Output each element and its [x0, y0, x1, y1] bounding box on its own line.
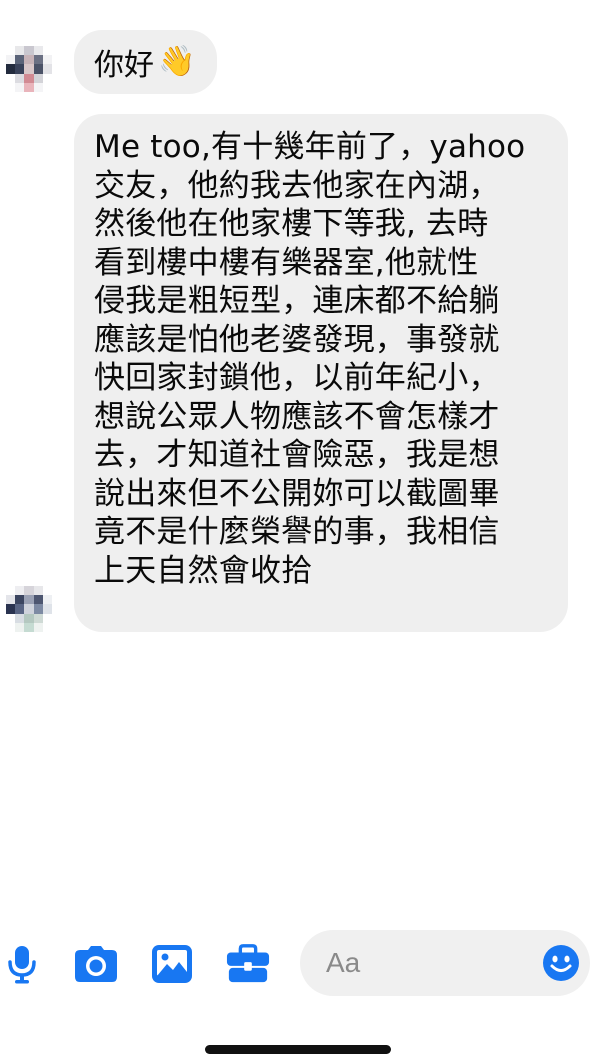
message-line: Me too,有十幾年前了，yahoo [94, 129, 526, 165]
composer-bar: Aa [0, 922, 596, 1006]
photo-icon[interactable] [150, 942, 194, 986]
message-line: 竟不是什麼榮譽的事，我相信 [94, 514, 500, 550]
microphone-icon[interactable] [0, 942, 44, 986]
contact-avatar[interactable] [6, 46, 52, 92]
message-input[interactable]: Aa [300, 930, 590, 996]
briefcase-icon[interactable] [226, 942, 270, 986]
chat-screen: 你好 👋 Me too,有十幾年前了，yahoo 交友，他約我去他家在內湖， 然… [0, 0, 596, 1060]
waving-hand-icon: 👋 [158, 44, 196, 79]
message-line: 快回家封鎖他，以前年紀小， [94, 360, 500, 396]
message-line: 然後他在他家樓下等我, 去時 [94, 206, 489, 242]
message-bubble-greeting[interactable]: 你好 👋 [74, 30, 218, 94]
message-line: 應該是怕他老婆發現，事發就 [94, 321, 500, 358]
message-line: 上天自然會收拾 [94, 552, 313, 589]
message-line: 交友，他約我去他家在內湖， [94, 167, 500, 204]
message-line: 侵我是粗短型，連床都不給躺 [94, 283, 500, 319]
message-text: 你好 [94, 48, 154, 83]
message-line: 想說公眾人物應該不會怎樣才 [94, 398, 500, 435]
home-indicator[interactable] [205, 1045, 391, 1054]
contact-avatar[interactable] [6, 586, 52, 632]
message-input-placeholder: Aa [326, 947, 361, 978]
message-line: 去，才知道社會險惡，我是想 [94, 437, 500, 473]
message-bubble-reply[interactable]: Me too,有十幾年前了，yahoo 交友，他約我去他家在內湖， 然後他在他家… [74, 114, 568, 632]
camera-icon[interactable] [74, 942, 118, 986]
smiley-icon[interactable] [542, 944, 580, 982]
message-line: 看到樓中樓有樂器室,他就性 [94, 244, 479, 281]
message-line: 說出來但不公開妳可以截圖畢 [94, 475, 500, 512]
